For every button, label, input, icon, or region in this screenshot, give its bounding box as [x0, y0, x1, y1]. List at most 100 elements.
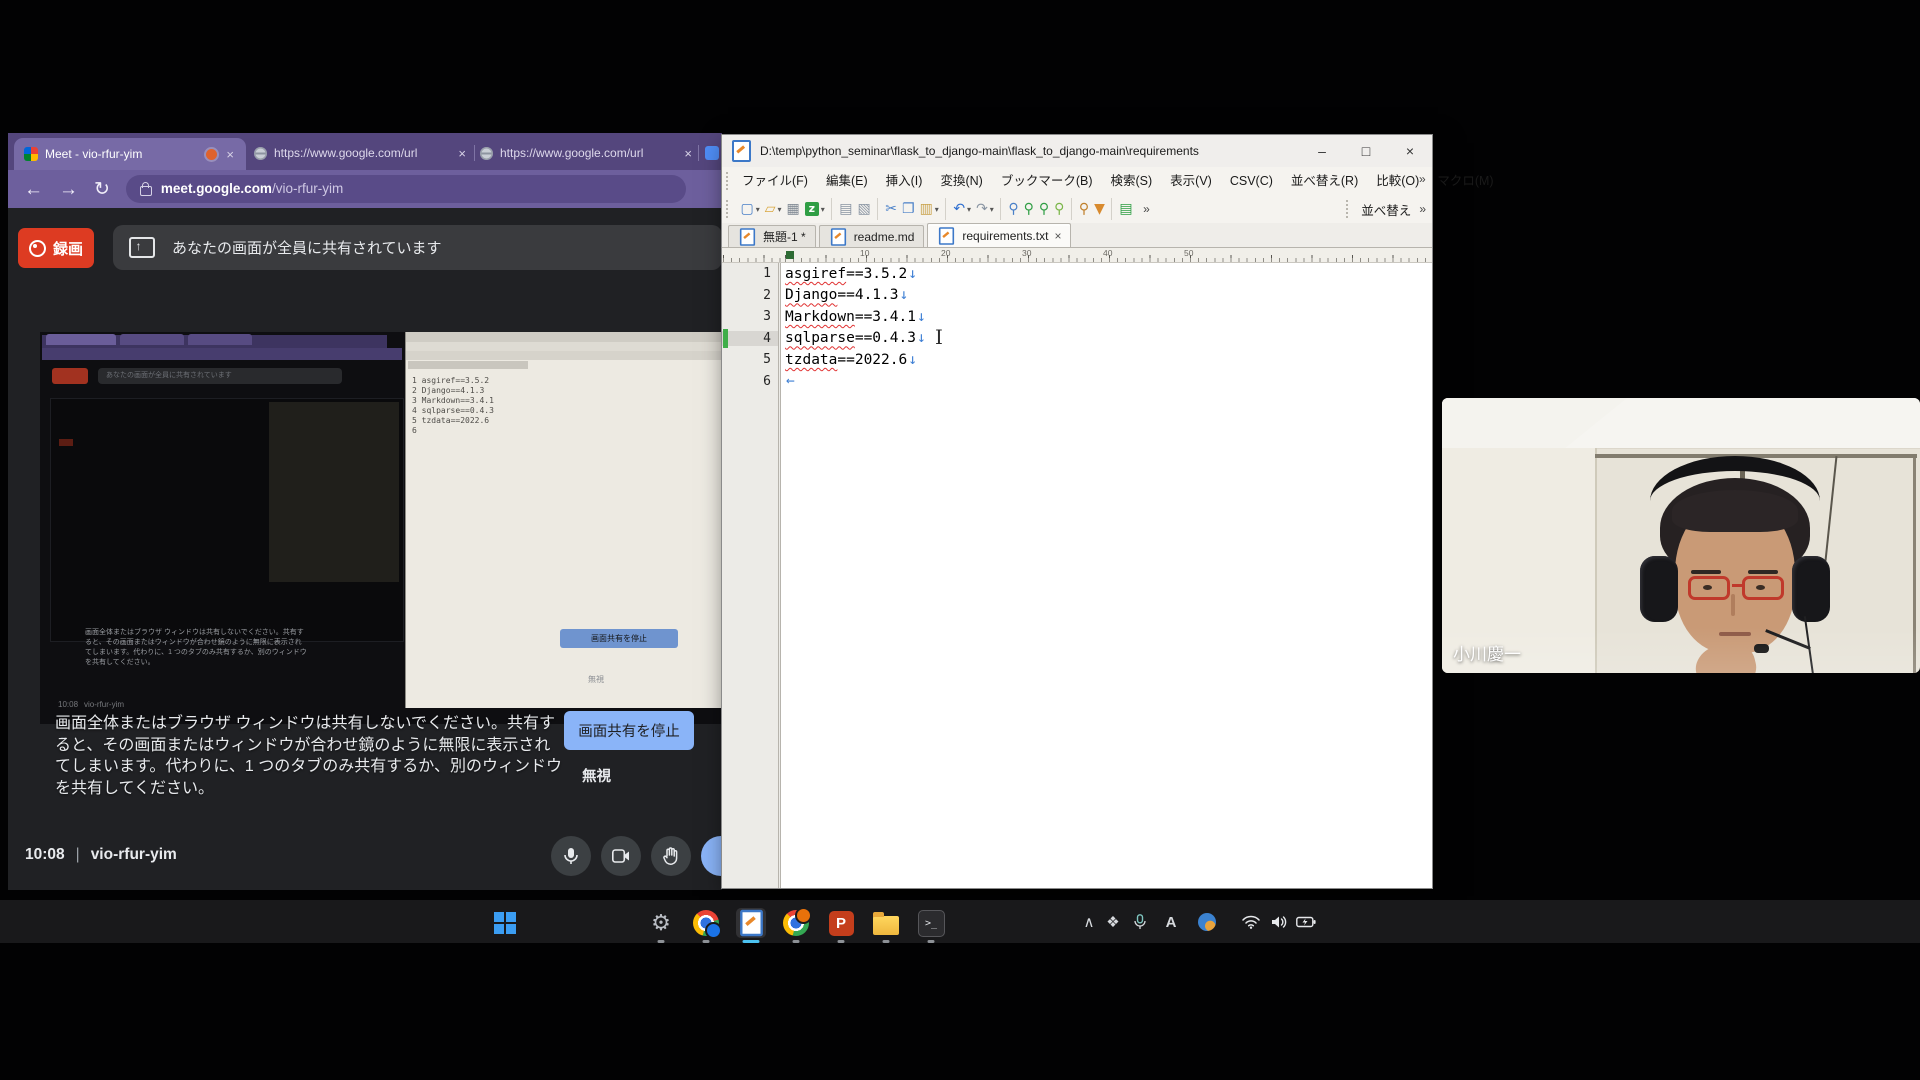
code-line[interactable]: 6 ← [722, 371, 1432, 393]
maximize-button[interactable]: □ [1344, 135, 1388, 167]
menu-item[interactable]: 編集(E) [817, 167, 877, 195]
tray-wifi[interactable] [1238, 908, 1264, 936]
browser-address-bar: ← → ↻ meet.google.com/vio-rfur-yim [8, 170, 722, 208]
tray-chevron[interactable]: ∧ [1076, 908, 1102, 936]
sort-toolbar-label[interactable]: 並べ替え [1361, 200, 1411, 219]
copy-icon[interactable]: ❐ ▾ [900, 198, 918, 220]
find-icon[interactable]: ⚲ ▾ [1000, 198, 1021, 220]
meeting-code: vio-rfur-yim [91, 846, 177, 864]
sort-overflow-icon[interactable]: » [1419, 202, 1426, 216]
taskbar-settings[interactable]: ⚙ [646, 908, 676, 938]
menu-item[interactable]: CSV(C) [1221, 167, 1282, 195]
redo-icon[interactable]: ↷ ▾ [974, 198, 997, 220]
taskbar-terminal[interactable]: >_ [916, 908, 946, 938]
find-in-files-icon[interactable]: ⚲ ▾ [1071, 198, 1092, 220]
camera-button[interactable] [601, 836, 641, 876]
mic-button[interactable] [551, 836, 591, 876]
back-icon[interactable]: ← [24, 180, 43, 199]
filter-icon[interactable]: ▼ ▾ [1092, 198, 1108, 220]
dropdown-arrow-icon[interactable]: ▾ [778, 205, 782, 214]
dropdown-arrow-icon[interactable]: ▾ [990, 205, 994, 214]
line-number: 3 [722, 309, 778, 324]
taskbar-powerpoint[interactable]: P [826, 908, 856, 938]
record-button[interactable]: 録画 [18, 228, 94, 268]
save-all-icon[interactable]: z ▾ [802, 198, 827, 220]
print-preview-icon[interactable]: ▧ ▾ [855, 198, 873, 220]
tray-app-circle[interactable] [1194, 908, 1220, 936]
menu-item[interactable]: 表示(V) [1161, 167, 1221, 195]
browser-tab-3[interactable]: https://www.google.com/url × [480, 140, 694, 166]
tray-volume[interactable] [1266, 908, 1292, 936]
emeditor-menubar: ファイル(F)編集(E)挿入(I)変換(N)ブックマーク(B)検索(S)表示(V… [722, 167, 1432, 196]
menu-overflow-icon[interactable]: » [1419, 172, 1426, 186]
browser-tab-meet[interactable]: Meet - vio-rfur-yim × [14, 138, 246, 170]
ignore-button[interactable]: 無視 [582, 765, 611, 786]
save-icon[interactable]: ▦ ▾ [784, 198, 802, 220]
new-file-icon[interactable]: ▢ ▾ [738, 198, 762, 220]
doc-tab-untitled[interactable]: 無題-1 * [728, 225, 816, 247]
menu-item[interactable]: 並べ替え(R) [1282, 167, 1367, 195]
url-input[interactable]: meet.google.com/vio-rfur-yim [126, 175, 686, 203]
dropdown-arrow-icon[interactable]: ▾ [967, 205, 971, 214]
code-line[interactable]: 1 asgiref==3.5.2↓ [722, 263, 1432, 285]
find-next-icon[interactable]: ⚲ ▾ [1021, 198, 1036, 220]
tab-close-icon[interactable]: × [682, 146, 694, 161]
tray-battery[interactable] [1293, 908, 1319, 936]
battery-icon [1296, 916, 1316, 928]
editor-text-area[interactable]: 1 asgiref==3.5.2↓ 2 Django==4.1.3↓ 3 Mar… [722, 263, 1432, 392]
taskbar-emeditor[interactable] [736, 908, 766, 938]
menu-item[interactable]: 検索(S) [1101, 167, 1161, 195]
taskbar-explorer[interactable] [871, 908, 901, 938]
menu-item[interactable]: ブックマーク(B) [992, 167, 1102, 195]
browser-tab-2[interactable]: https://www.google.com/url × [254, 140, 468, 166]
tab-close-icon[interactable]: × [1054, 229, 1061, 243]
windows-logo-icon [494, 912, 516, 934]
doc-tab-requirements[interactable]: requirements.txt × [927, 223, 1071, 247]
recording-dot-icon [206, 149, 217, 160]
emeditor-icon [740, 910, 763, 936]
raise-hand-button[interactable] [651, 836, 691, 876]
undo-icon[interactable]: ↶ ▾ [945, 198, 973, 220]
taskbar-chrome-profile[interactable] [781, 908, 811, 938]
document-icon [740, 228, 755, 246]
globe-favicon-icon [480, 147, 493, 160]
browser-tab-4-partial[interactable] [705, 140, 722, 166]
toolbar-overflow-icon[interactable]: » [1143, 202, 1150, 216]
tray-dropbox[interactable]: ❖ [1100, 908, 1126, 936]
reload-icon[interactable]: ↻ [94, 180, 110, 199]
find-previous-icon[interactable]: ⚲ ▾ [1036, 198, 1051, 220]
meet-clock: 10:08 [25, 846, 65, 864]
menu-item[interactable]: 変換(N) [931, 167, 991, 195]
paste-icon[interactable]: ▥ ▾ [917, 198, 941, 220]
tab-close-icon[interactable]: × [456, 146, 468, 161]
menu-item[interactable]: 挿入(I) [877, 167, 932, 195]
tray-ime[interactable]: A [1158, 908, 1184, 936]
profile-badge-icon [795, 907, 812, 924]
mini-banner: あなたの画面が全員に共有されています [98, 368, 342, 384]
minimize-button[interactable]: – [1300, 135, 1344, 167]
forward-icon[interactable]: → [59, 180, 78, 199]
doc-tab-readme[interactable]: readme.md [819, 225, 925, 247]
cut-icon[interactable]: ✂ ▾ [877, 198, 899, 220]
code-line[interactable]: 3 Markdown==3.4.1↓ [722, 306, 1432, 328]
taskbar-chrome-sharing[interactable] [691, 908, 721, 938]
more-controls-button[interactable] [701, 836, 722, 876]
stop-share-button[interactable]: 画面共有を停止 [564, 711, 694, 750]
dropdown-arrow-icon[interactable]: ▾ [756, 205, 760, 214]
menu-item[interactable]: マクロ(M) [1428, 167, 1502, 195]
code-line[interactable]: 2 Django==4.1.3↓ [722, 285, 1432, 307]
start-button[interactable] [490, 908, 520, 938]
dropdown-arrow-icon[interactable]: ▾ [821, 205, 825, 214]
tab-close-icon[interactable]: × [224, 147, 236, 162]
code-line[interactable]: 5 tzdata==2022.6↓ [722, 349, 1432, 371]
menu-item[interactable]: ファイル(F) [733, 167, 817, 195]
dropdown-arrow-icon[interactable]: ▾ [935, 205, 939, 214]
tray-microphone[interactable] [1127, 908, 1153, 936]
emeditor-doc-tabs: 無題-1 * readme.md requirements.txt × [722, 223, 1432, 248]
html-bar-icon[interactable]: ▤ ▾ [1111, 198, 1135, 220]
close-button[interactable]: × [1388, 135, 1432, 167]
print-icon[interactable]: ▤ ▾ [831, 198, 855, 220]
open-folder-icon[interactable]: ▱ ▾ [762, 198, 784, 220]
replace-icon[interactable]: ⚲ ▾ [1052, 198, 1067, 220]
code-line[interactable]: 4 sqlparse==0.4.3↓ [722, 328, 1432, 350]
